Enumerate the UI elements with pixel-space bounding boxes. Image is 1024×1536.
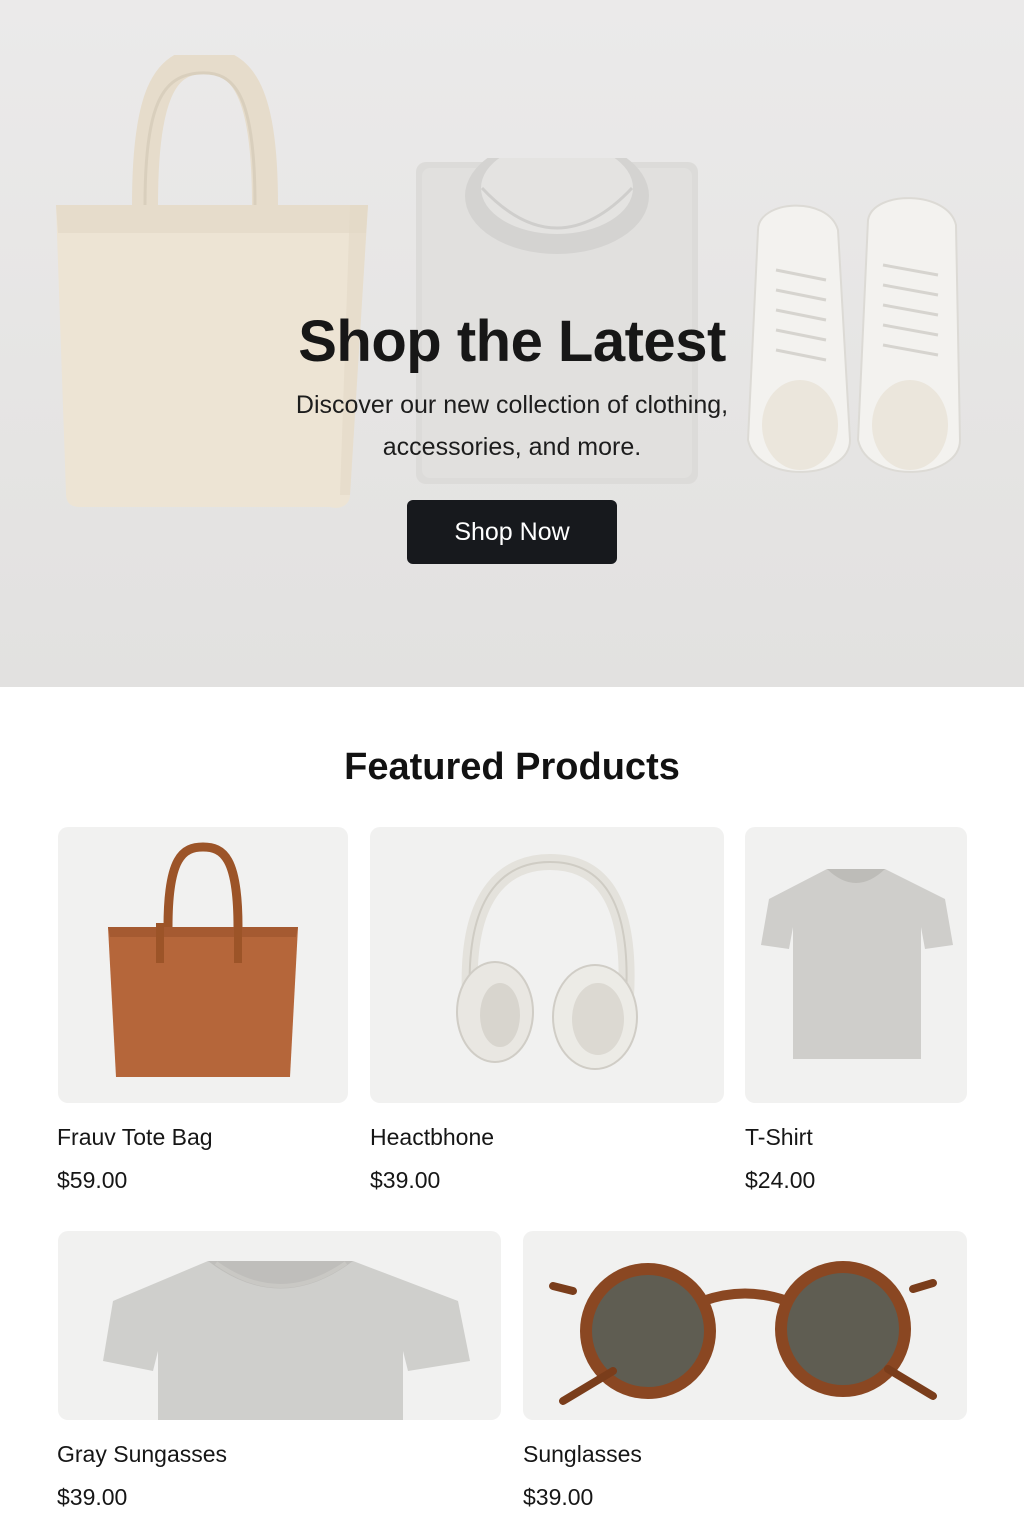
hero-title: Shop the Latest — [298, 309, 726, 374]
product-card-image-headphones[interactable] — [370, 827, 724, 1103]
gray-tshirt-image — [761, 869, 953, 1059]
product-card-image-tshirt[interactable] — [745, 827, 967, 1103]
product-card-image-tote[interactable] — [58, 827, 348, 1103]
product-name[interactable]: Gray Sungasses — [57, 1441, 227, 1468]
shop-now-button[interactable]: Shop Now — [407, 500, 617, 564]
product-price: $59.00 — [57, 1167, 128, 1193]
product-name[interactable]: Sunglasses — [523, 1441, 642, 1468]
product-name[interactable]: Heactbhone — [370, 1124, 494, 1151]
white-headphones-image — [456, 853, 638, 1070]
hero-banner: Shop the Latest Discover our new collect… — [0, 0, 1024, 687]
gray-tshirt-closeup-image — [103, 1261, 470, 1420]
tortoise-sunglasses-image — [549, 1261, 937, 1405]
product-price: $39.00 — [523, 1484, 594, 1510]
product-name[interactable]: Frauv Tote Bag — [57, 1124, 213, 1151]
product-card-image-sunglasses[interactable] — [523, 1231, 967, 1420]
featured-products-heading: Featured Products — [344, 746, 680, 788]
hero-subtitle: Discover our new collection of clothing,… — [295, 391, 729, 461]
product-price: $39.00 — [57, 1484, 128, 1510]
product-price: $24.00 — [745, 1167, 816, 1193]
product-card-image-gray-shirt[interactable] — [58, 1231, 501, 1420]
brown-leather-tote-image — [108, 842, 298, 1077]
product-name[interactable]: T-Shirt — [745, 1124, 813, 1151]
product-price: $39.00 — [370, 1167, 441, 1193]
